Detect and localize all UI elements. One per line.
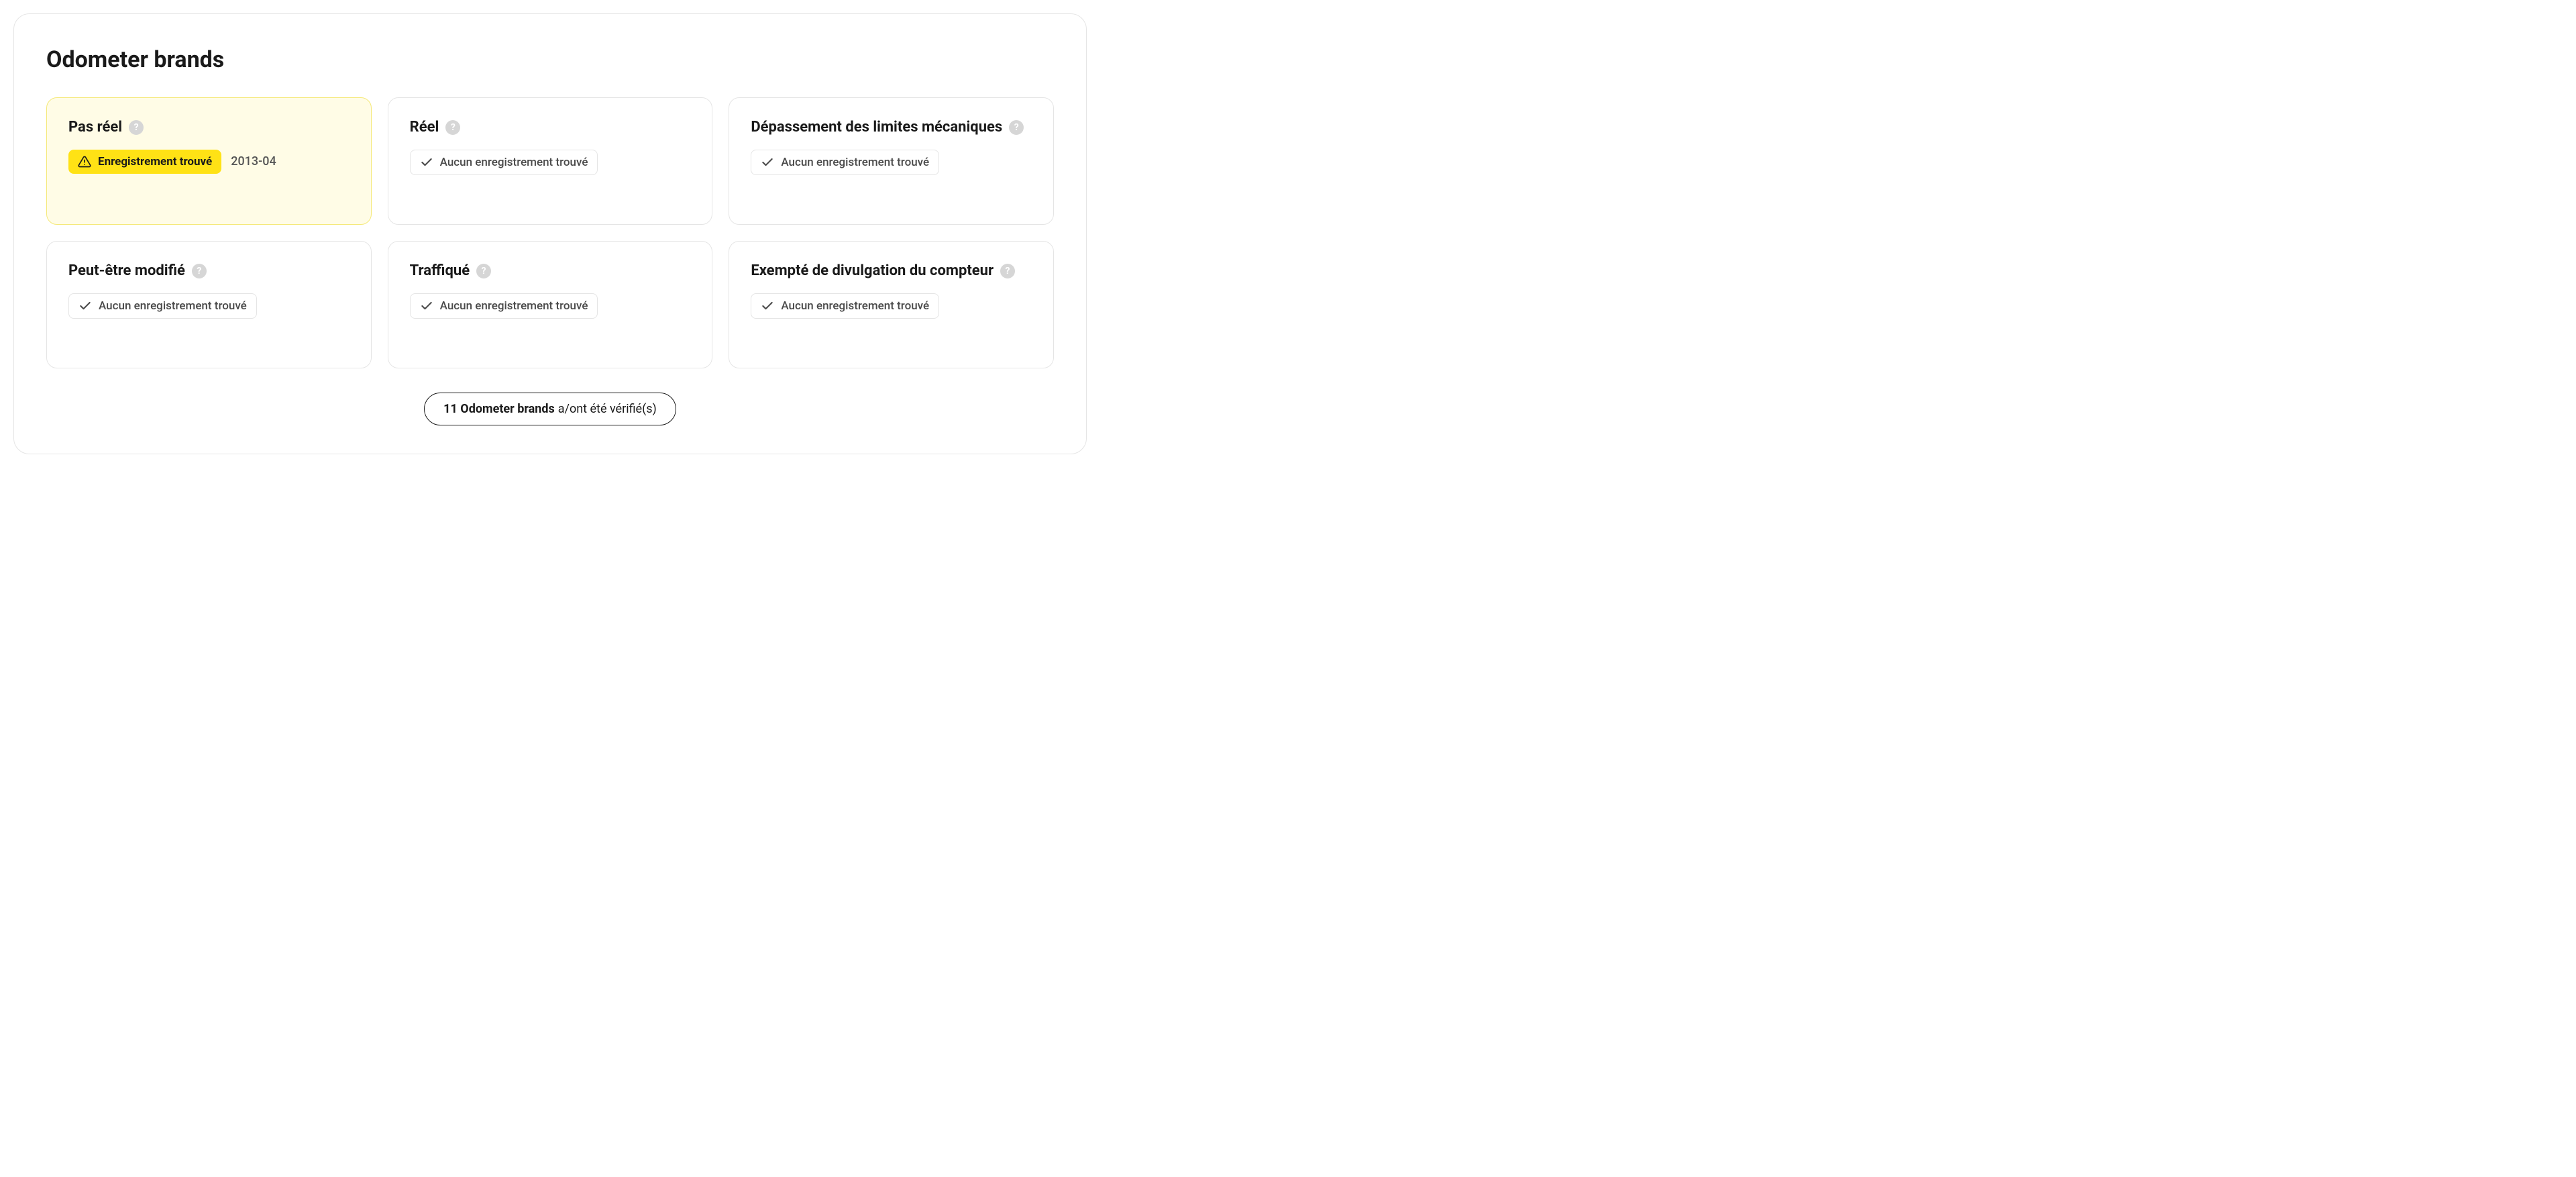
card-title-row: Dépassement des limites mécaniques ? bbox=[751, 118, 1032, 138]
check-icon bbox=[420, 156, 433, 169]
cards-grid: Pas réel ? Enregistrement trouvé 2013-04… bbox=[46, 97, 1054, 368]
alert-triangle-icon bbox=[78, 155, 91, 168]
footer-count: 11 Odometer brands bbox=[443, 402, 555, 416]
status-badge-none: Aucun enregistrement trouvé bbox=[751, 150, 939, 175]
status-row: Aucun enregistrement trouvé bbox=[751, 150, 1032, 175]
card-title: Pas réel bbox=[68, 118, 122, 138]
card-title-row: Traffiqué ? bbox=[410, 262, 691, 281]
status-row: Aucun enregistrement trouvé bbox=[751, 293, 1032, 319]
card-title: Traffiqué bbox=[410, 262, 470, 281]
card-title: Réel bbox=[410, 118, 439, 138]
status-date: 2013-04 bbox=[231, 154, 276, 168]
help-icon[interactable]: ? bbox=[1009, 120, 1024, 135]
help-icon[interactable]: ? bbox=[129, 120, 144, 135]
help-icon[interactable]: ? bbox=[1000, 264, 1015, 278]
card-title-row: Exempté de divulgation du compteur ? bbox=[751, 262, 1032, 281]
status-row: Enregistrement trouvé 2013-04 bbox=[68, 150, 350, 174]
card-exempte: Exempté de divulgation du compteur ? Auc… bbox=[729, 241, 1054, 368]
help-icon[interactable]: ? bbox=[476, 264, 491, 278]
check-icon bbox=[420, 299, 433, 313]
card-traffique: Traffiqué ? Aucun enregistrement trouvé bbox=[388, 241, 713, 368]
status-text: Aucun enregistrement trouvé bbox=[781, 156, 929, 169]
section-title: Odometer brands bbox=[46, 46, 1054, 73]
card-title-row: Réel ? bbox=[410, 118, 691, 138]
help-icon[interactable]: ? bbox=[445, 120, 460, 135]
status-text: Aucun enregistrement trouvé bbox=[440, 156, 588, 169]
card-reel: Réel ? Aucun enregistrement trouvé bbox=[388, 97, 713, 225]
status-text: Aucun enregistrement trouvé bbox=[99, 299, 247, 313]
status-text: Aucun enregistrement trouvé bbox=[440, 299, 588, 313]
card-depassement: Dépassement des limites mécaniques ? Auc… bbox=[729, 97, 1054, 225]
help-icon[interactable]: ? bbox=[192, 264, 207, 278]
card-title: Peut-être modifié bbox=[68, 262, 185, 281]
check-icon bbox=[761, 299, 774, 313]
card-title-row: Peut-être modifié ? bbox=[68, 262, 350, 281]
status-badge-found: Enregistrement trouvé bbox=[68, 150, 221, 174]
card-pas-reel: Pas réel ? Enregistrement trouvé 2013-04 bbox=[46, 97, 372, 225]
status-row: Aucun enregistrement trouvé bbox=[410, 150, 691, 175]
status-text: Enregistrement trouvé bbox=[98, 155, 212, 168]
status-text: Aucun enregistrement trouvé bbox=[781, 299, 929, 313]
footer-row: 11 Odometer brands a/ont été vérifié(s) bbox=[46, 393, 1054, 425]
status-row: Aucun enregistrement trouvé bbox=[410, 293, 691, 319]
status-badge-none: Aucun enregistrement trouvé bbox=[410, 293, 598, 319]
card-title: Dépassement des limites mécaniques bbox=[751, 118, 1002, 138]
status-badge-none: Aucun enregistrement trouvé bbox=[751, 293, 939, 319]
card-title-row: Pas réel ? bbox=[68, 118, 350, 138]
card-peut-etre-modifie: Peut-être modifié ? Aucun enregistrement… bbox=[46, 241, 372, 368]
check-icon bbox=[78, 299, 92, 313]
footer-verification-badge: 11 Odometer brands a/ont été vérifié(s) bbox=[424, 393, 676, 425]
check-icon bbox=[761, 156, 774, 169]
status-badge-none: Aucun enregistrement trouvé bbox=[68, 293, 257, 319]
odometer-brands-section: Odometer brands Pas réel ? Enregistremen… bbox=[13, 13, 1087, 454]
footer-suffix: a/ont été vérifié(s) bbox=[558, 402, 657, 416]
status-badge-none: Aucun enregistrement trouvé bbox=[410, 150, 598, 175]
status-row: Aucun enregistrement trouvé bbox=[68, 293, 350, 319]
card-title: Exempté de divulgation du compteur bbox=[751, 262, 994, 281]
